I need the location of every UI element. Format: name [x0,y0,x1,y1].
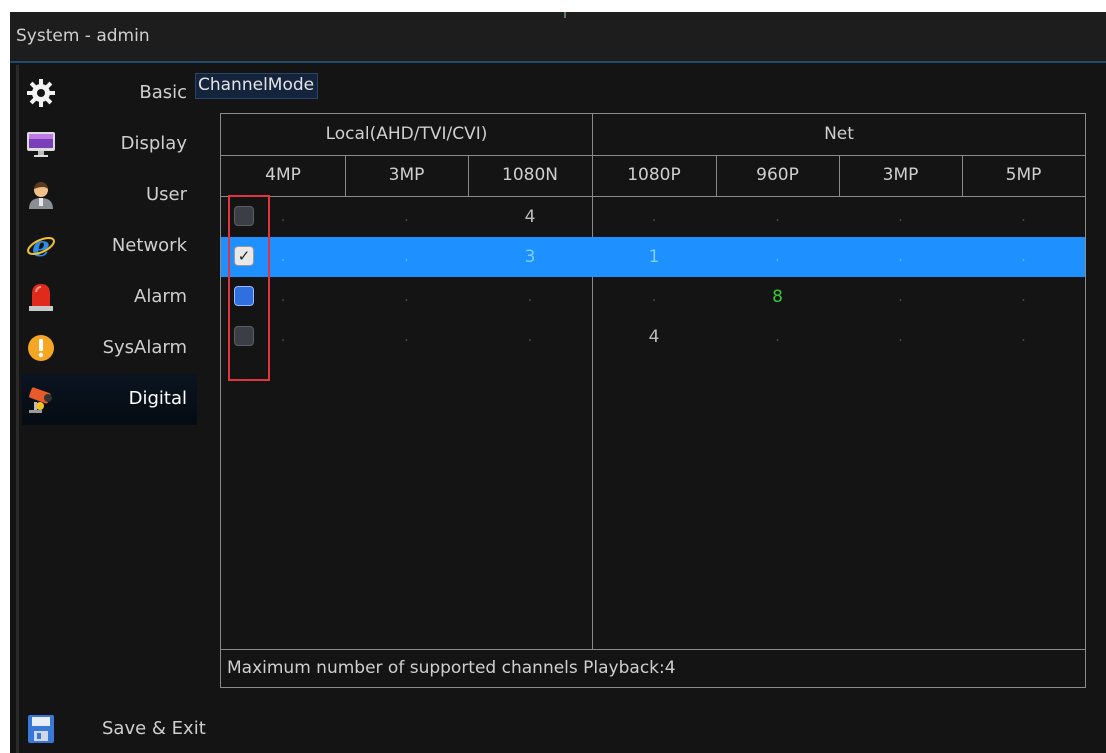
sidebar-item-label: Alarm [134,286,187,307]
column-header: 960P [756,165,799,185]
sidebar-item-user[interactable]: User [22,170,197,221]
table-row[interactable]: . . 4 . . . . [221,197,1085,237]
monitor-icon [26,129,56,159]
table-cell: . [1021,329,1026,345]
group-divider [592,114,593,649]
table-cell: . [775,249,780,265]
table-cell: . [404,329,409,345]
sidebar-item-sysalarm[interactable]: SysAlarm [22,323,197,374]
svg-text:e: e [32,231,50,261]
header-divider [221,155,1085,156]
table-row[interactable]: . . . . 8 . . [221,277,1085,317]
sidebar-item-alarm[interactable]: Alarm [22,272,197,323]
group-header-net: Net [824,124,854,144]
sidebar-item-basic[interactable]: Basic [22,68,197,119]
table-cell: . [651,289,657,305]
column-header: 1080P [627,165,681,185]
table-cell: . [404,289,409,305]
table-cell: . [898,209,903,225]
table-cell: . [775,209,780,225]
floppy-disk-icon [28,715,54,743]
table-cell: . [898,249,903,265]
table-cell: . [527,289,533,305]
title-bar: System - admin [10,12,1106,63]
table-cell: 3 [524,247,536,267]
table-cell: 4 [648,327,660,347]
user-icon [26,180,56,210]
annotation-box [228,195,270,381]
channel-mode-table: Local(AHD/TVI/CVI) Net 4MP 3MP 1080N 108… [220,113,1086,688]
table-row[interactable]: . . . 4 . . . [221,317,1085,357]
group-header-local: Local(AHD/TVI/CVI) [325,124,488,144]
alarm-siren-icon [26,282,56,312]
table-cell: . [404,209,409,225]
table-cell: . [1021,209,1026,225]
footer-divider [221,649,1085,650]
table-cell: . [898,289,903,305]
table-cell: . [527,329,533,345]
sidebar-item-label: Basic [139,82,187,103]
table-cell: . [404,249,409,265]
sidebar-item-network[interactable]: e Network [22,221,197,272]
camera-icon [26,384,56,414]
table-cell: . [775,329,780,345]
sidebar-item-display[interactable]: Display [22,119,197,170]
save-exit-button[interactable]: Save & Exit [22,709,222,749]
window-title: System - admin [16,26,150,46]
table-cell: . [898,329,903,345]
table-cell: . [1021,289,1026,305]
table-cell-highlight: 8 [772,287,783,307]
sidebar-item-label: Network [111,235,187,256]
sidebar-item-label: SysAlarm [102,337,187,358]
column-header: 3MP [388,165,425,185]
column-header: 4MP [265,165,301,185]
sidebar-item-label: Digital [128,388,187,409]
warning-exclamation-icon [26,333,56,363]
table-cell: 4 [524,207,536,227]
save-exit-label: Save & Exit [102,718,206,739]
column-header: 1080N [502,165,558,185]
table-cell: . [651,209,657,225]
table-cell: . [1021,249,1026,265]
sidebar-item-label: User [145,184,187,205]
sidebar-item-label: Display [120,133,187,154]
left-frame-border [16,65,19,753]
gear-icon [26,78,56,108]
table-cell: 1 [648,247,660,267]
max-channels-note: Maximum number of supported channels Pla… [227,658,676,678]
sidebar: Basic Display User e Network Alarm SysAl… [22,68,197,425]
system-window: System - admin Basic Display User e Netw… [10,12,1106,753]
sidebar-item-digital[interactable]: Digital [22,374,197,425]
internet-explorer-icon: e [26,230,56,263]
top-divider-tick [564,12,566,18]
tab-channel-mode[interactable]: ChannelMode [195,73,319,99]
column-header: 5MP [1005,165,1042,185]
column-header: 3MP [882,165,919,185]
table-row-selected[interactable]: ✓ . . 3 1 . . . [221,237,1085,277]
